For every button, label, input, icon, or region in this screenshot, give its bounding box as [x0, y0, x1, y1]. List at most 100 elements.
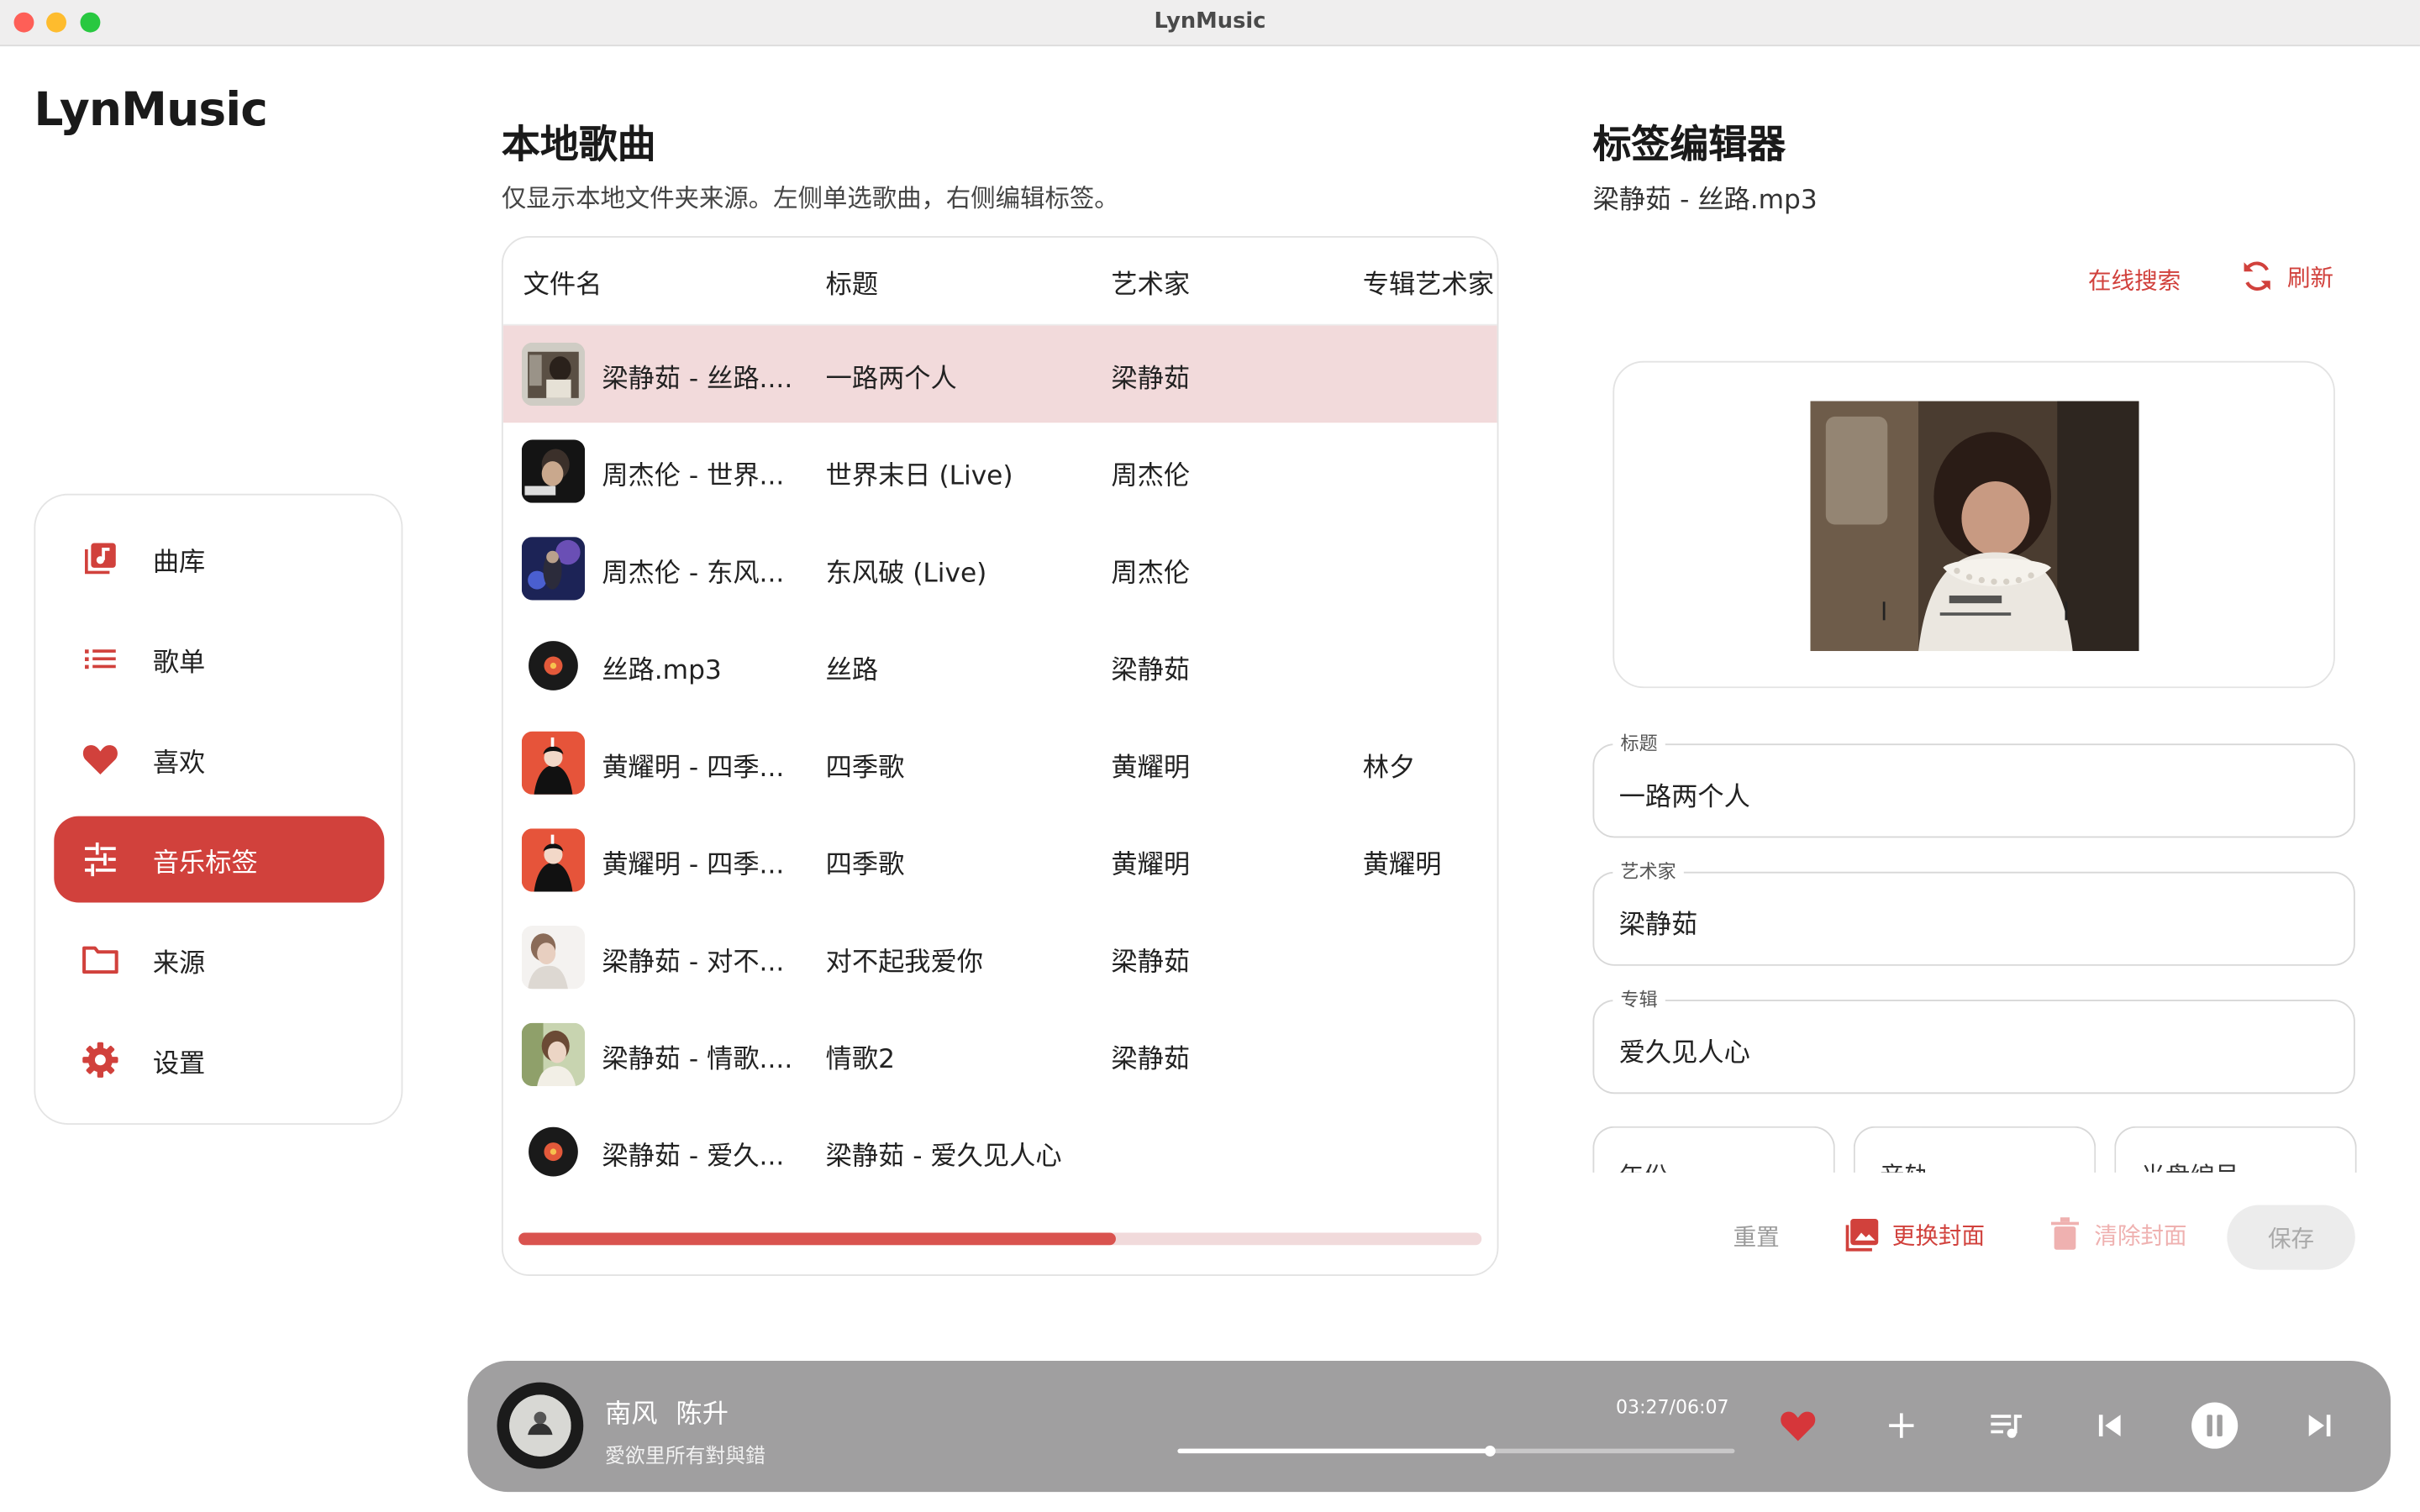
skip-previous-icon: [2098, 1415, 2121, 1436]
title-bar: LynMusic: [0, 0, 2420, 47]
column-header-title[interactable]: 标题: [826, 262, 878, 301]
sidebar-item-settings[interactable]: 设置: [54, 1016, 384, 1103]
sidebar: 曲库 歌单 喜欢 音乐标签 来源 设置: [34, 493, 403, 1125]
sidebar-item-label: 喜欢: [152, 747, 206, 779]
table-row[interactable]: 丝路.mp3 丝路 梁静茹: [503, 617, 1497, 715]
tag-fields-scroll-area: 年份 音轨 光盘编号: [1590, 1114, 2361, 1173]
sidebar-item-music-tags[interactable]: 音乐标签: [54, 816, 385, 903]
sidebar-item-label: 来源: [152, 948, 206, 979]
pause-icon: [2191, 1402, 2238, 1449]
cell-artist: 黄耀明: [1111, 753, 1191, 785]
title-field-label: 标题: [1612, 729, 1665, 756]
table-row[interactable]: 周杰伦 - 东风... 东风破 (Live) 周杰伦: [503, 520, 1497, 617]
table-row[interactable]: 黄耀明 - 四季... 四季歌 黄耀明 林夕: [503, 714, 1497, 811]
replace-cover-label: 更换封面: [1891, 1221, 1986, 1250]
year-field[interactable]: 年份: [1592, 1126, 1835, 1173]
cell-filename: 梁静茹 - 对不...: [602, 947, 785, 979]
sidebar-item-favorites[interactable]: 喜欢: [54, 716, 384, 802]
reset-button[interactable]: 重置: [1733, 1221, 1780, 1253]
table-row[interactable]: 梁静茹 - 爱久... 梁静茹 - 爱久见人心: [503, 1103, 1497, 1200]
plus-icon: [1889, 1413, 1914, 1438]
sidebar-item-label: 歌单: [152, 647, 206, 679]
image-icon: [1844, 1217, 1880, 1252]
cell-title: 对不起我爱你: [825, 947, 983, 979]
progress-knob[interactable]: [1485, 1445, 1497, 1457]
sidebar-item-label: 曲库: [152, 547, 206, 578]
queue-music-icon: [1991, 1415, 2023, 1438]
replace-cover-button[interactable]: 更换封面: [1844, 1217, 1985, 1252]
cell-filename: 丝路.mp3: [602, 655, 722, 687]
cell-title: 世界末日 (Live): [825, 461, 1013, 492]
cell-title: 梁静茹 - 爱久见人心: [825, 1142, 1062, 1173]
cell-title: 四季歌: [825, 850, 905, 881]
sidebar-item-playlists[interactable]: 歌单: [54, 616, 384, 702]
album-cover-image: [1810, 401, 2139, 652]
track-field[interactable]: 音轨: [1853, 1126, 2096, 1173]
progress-slider[interactable]: [1177, 1445, 1735, 1457]
refresh-icon: [2241, 260, 2274, 293]
column-header-filename[interactable]: 文件名: [523, 262, 602, 301]
app-logo: LynMusic: [34, 83, 268, 138]
next-track-button[interactable]: [2298, 1404, 2341, 1446]
queue-button[interactable]: [1985, 1404, 2028, 1446]
column-header-album-artist[interactable]: 专辑艺术家: [1363, 262, 1494, 301]
previous-track-button[interactable]: [2088, 1404, 2131, 1446]
online-search-button[interactable]: 在线搜索: [2088, 264, 2181, 297]
now-playing-album: 愛欲里所有對與錯: [604, 1445, 766, 1469]
sidebar-item-label: 音乐标签: [152, 848, 258, 879]
clear-cover-button[interactable]: 清除封面: [2050, 1217, 2187, 1251]
cell-artist: 梁静茹: [1111, 655, 1191, 687]
table-row[interactable]: 黄耀明 - 四季... 四季歌 黄耀明 黄耀明: [503, 811, 1497, 909]
cell-artist: 梁静茹: [1111, 947, 1191, 979]
online-search-label: 在线搜索: [2088, 266, 2181, 295]
table-row[interactable]: 周杰伦 - 世界... 世界末日 (Live) 周杰伦: [503, 423, 1497, 520]
album-thumbnail: [521, 731, 586, 795]
horizontal-scrollbar[interactable]: [518, 1232, 1482, 1246]
column-header-artist[interactable]: 艺术家: [1111, 262, 1190, 301]
cell-filename: 周杰伦 - 世界...: [602, 461, 785, 492]
editor-title: 标签编辑器: [1592, 122, 1786, 167]
sidebar-item-sources[interactable]: 来源: [54, 916, 384, 1003]
song-artist: 陈升: [676, 1399, 729, 1431]
add-to-playlist-button[interactable]: [1880, 1404, 1923, 1446]
sidebar-item-label: 设置: [152, 1048, 206, 1079]
table-row[interactable]: 梁静茹 - 对不... 对不起我爱你 梁静茹: [503, 909, 1497, 1006]
cell-title: 一路两个人: [825, 364, 957, 396]
artist-field[interactable]: 艺术家 梁静茹: [1592, 858, 2355, 966]
pause-button[interactable]: [2188, 1399, 2240, 1452]
tune-icon: [82, 841, 118, 878]
table-row[interactable]: 梁静茹 - 丝路.... 一路两个人 梁静茹: [502, 325, 1497, 423]
track-field-label: 音轨: [1880, 1156, 1929, 1173]
sidebar-item-library[interactable]: 曲库: [54, 515, 384, 601]
table-row[interactable]: 梁静茹 - 情歌.... 情歌2 梁静茹: [503, 1006, 1497, 1104]
cell-title: 四季歌: [825, 753, 905, 785]
cover-preview-card: [1612, 360, 2335, 689]
skip-next-icon: [2308, 1415, 2331, 1436]
music-library-icon: [82, 540, 118, 577]
album-field[interactable]: 专辑 爱久见人心: [1592, 985, 2355, 1095]
cell-artist: 周杰伦: [1111, 461, 1191, 492]
cell-artist: 周杰伦: [1111, 558, 1191, 590]
save-button[interactable]: 保存: [2227, 1205, 2355, 1270]
cell-artist: 黄耀明: [1111, 850, 1191, 881]
like-button[interactable]: [1776, 1404, 1819, 1446]
album-thumbnail: [521, 537, 586, 601]
year-field-label: 年份: [1619, 1156, 1669, 1173]
heart-icon: [82, 741, 118, 778]
album-thumbnail: [521, 342, 586, 407]
heart-icon: [1781, 1411, 1816, 1441]
disc-number-field[interactable]: 光盘编号: [2114, 1126, 2357, 1173]
now-playing-cover[interactable]: [497, 1382, 584, 1469]
album-thumbnail: [521, 1022, 586, 1087]
player-bar: 南风 陈升 愛欲里所有對與錯 03:27/06:07: [467, 1360, 2391, 1493]
folder-icon: [82, 941, 118, 978]
refresh-button[interactable]: 刷新: [2241, 260, 2333, 293]
title-field[interactable]: 标题 一路两个人: [1592, 729, 2355, 838]
scrollbar-thumb[interactable]: [518, 1232, 1116, 1246]
artist-field-value: 梁静茹: [1618, 910, 1698, 942]
cell-filename: 黄耀明 - 四季...: [602, 753, 785, 785]
page-subtitle: 仅显示本地文件夹来源。左侧单选歌曲，右侧编辑标签。: [501, 183, 1119, 213]
title-field-value: 一路两个人: [1618, 782, 1750, 813]
editor-filename: 梁静茹 - 丝路.mp3: [1592, 185, 1818, 217]
album-thumbnail: [521, 439, 586, 503]
